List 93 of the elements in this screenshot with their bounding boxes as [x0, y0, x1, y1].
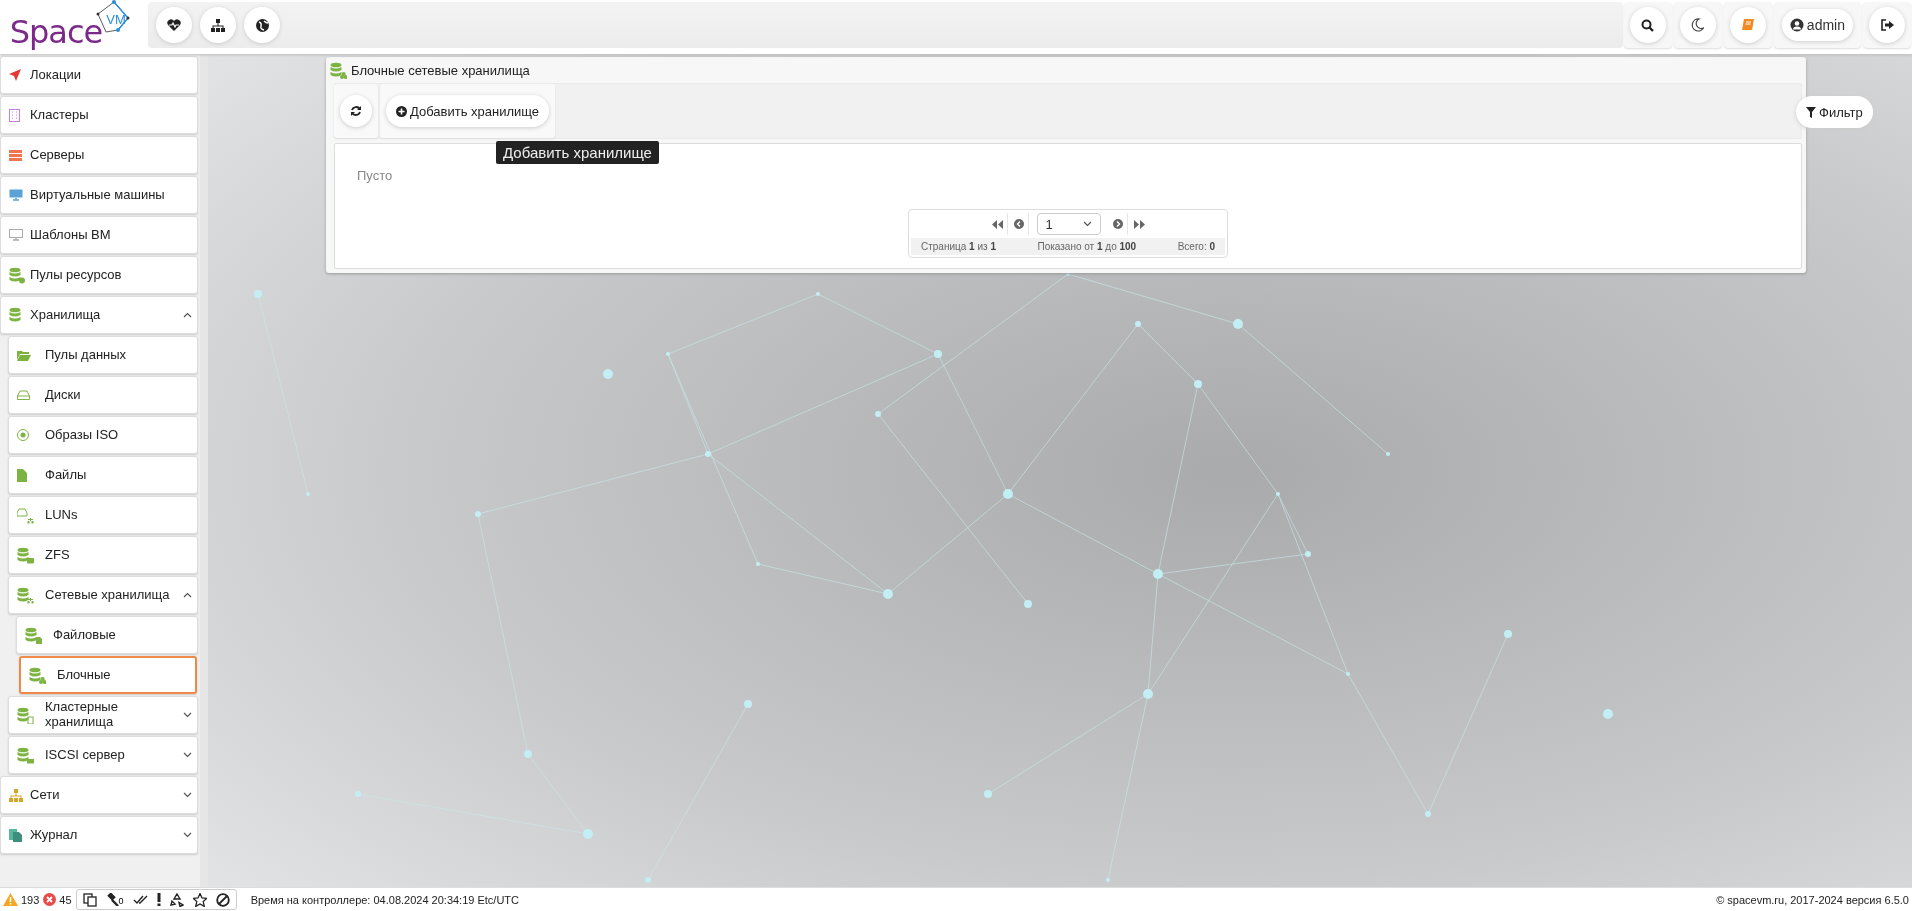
circle-right-icon: [1112, 219, 1123, 229]
user-icon: [1789, 18, 1804, 32]
logout-icon: [1880, 19, 1894, 31]
sidebar-item[interactable]: Локации: [0, 56, 198, 94]
database-card-icon: [17, 746, 34, 764]
sidebar-item[interactable]: Хранилища: [0, 296, 198, 334]
gavel-icon: [105, 893, 119, 906]
theme-button[interactable]: [1679, 7, 1716, 43]
user-button[interactable]: admin: [1781, 9, 1853, 41]
page-select[interactable]: 1: [1036, 213, 1101, 235]
database-drive-icon: [17, 546, 34, 564]
sidebar-item[interactable]: Сетевые хранилища: [8, 576, 198, 614]
tooltip: Добавить хранилище: [496, 141, 659, 164]
copyright-text: © spacevm.ru, 2017-2024 версия 6.5.0: [1716, 893, 1909, 906]
sidebar-item[interactable]: Серверы: [0, 136, 198, 174]
globe-button[interactable]: [244, 7, 280, 43]
health-button[interactable]: [156, 7, 192, 43]
topology-button[interactable]: [200, 7, 236, 43]
errors-counter[interactable]: 45: [43, 893, 72, 906]
search-icon: [1641, 18, 1655, 32]
logo-text: Space: [9, 13, 103, 51]
database-server-icon: [17, 706, 34, 724]
sidebar-item[interactable]: Виртуальные машины: [0, 176, 198, 214]
database-cubes-icon: [330, 61, 347, 79]
database-sitemap-icon: [17, 586, 34, 604]
folder-icon: [17, 349, 31, 361]
chevron-down-icon: [1082, 221, 1092, 227]
sidebar-item[interactable]: Журнал: [0, 816, 198, 854]
error-icon: [43, 893, 57, 906]
exclamation-icon: [156, 893, 161, 906]
sidebar-item[interactable]: Кластеры: [0, 96, 198, 134]
chevron-down-icon: [182, 712, 192, 718]
page-info: Страница 1 из 1: [921, 241, 996, 252]
logout-button[interactable]: [1869, 7, 1905, 43]
filter-button[interactable]: Фильтр: [1796, 96, 1873, 128]
total-info: Всего: 0: [1177, 241, 1215, 252]
ban-icon: [215, 892, 230, 907]
disc-icon: [17, 429, 29, 441]
location-arrow-icon: [9, 69, 21, 81]
chevron-down-icon: [182, 752, 192, 758]
sidebar-item[interactable]: Диски: [8, 376, 198, 414]
controller-time: Время на контроллере: 04.08.2024 20:34:19 Etc/UTC: [250, 893, 520, 906]
double-check-icon: [132, 894, 148, 905]
tasks-button[interactable]: 0: [101, 893, 128, 906]
sidebar-item[interactable]: Файлы: [8, 456, 198, 494]
sitemap-icon: [9, 788, 23, 802]
sidebar-item[interactable]: Блочные: [19, 656, 197, 694]
chevron-down-icon: [182, 832, 192, 838]
circle-left-icon: [1013, 219, 1024, 229]
sidebar-item[interactable]: Пулы данных: [8, 336, 198, 374]
database-gear-icon: [9, 266, 26, 284]
warning-icon: [3, 893, 18, 906]
database-file-icon: [25, 626, 42, 644]
sitemap-icon: [211, 18, 225, 32]
sidebar-item[interactable]: Сети: [0, 776, 198, 814]
heart-pulse-icon: [167, 18, 181, 32]
journal-icon: [9, 828, 22, 842]
logo-badge-text: VM: [106, 12, 126, 27]
sidebar-item[interactable]: ISCSI сервер: [8, 736, 198, 774]
add-storage-button[interactable]: Добавить хранилище: [386, 95, 550, 127]
sidebar-item[interactable]: LUNs: [8, 496, 198, 534]
sidebar-item[interactable]: Файловые: [16, 616, 198, 654]
sidebar-item[interactable]: Образы ISO: [8, 416, 198, 454]
file-icon: [17, 468, 27, 482]
sidebar-item[interactable]: ZFS: [8, 536, 198, 574]
chevron-up-icon: [182, 592, 192, 598]
server-icon: [9, 149, 22, 161]
chevron-up-icon: [182, 312, 192, 318]
empty-text: Пусто: [357, 168, 394, 183]
monitor-icon: [9, 189, 23, 201]
shown-info: Показано от 1 до 100: [1037, 241, 1137, 252]
plus-circle-icon: [396, 105, 407, 117]
chevron-down-icon: [182, 792, 192, 798]
double-left-icon: [991, 219, 1003, 229]
sidebar-item[interactable]: Кластерные хранилища: [8, 696, 198, 734]
double-right-icon: [1133, 219, 1145, 229]
sidebar-item[interactable]: Пулы ресурсов: [0, 256, 198, 294]
moon-icon: [1691, 18, 1705, 32]
book-icon: [1740, 18, 1755, 32]
star-icon: [192, 892, 207, 907]
hard-drive-icon: [17, 390, 30, 400]
search-button[interactable]: [1629, 7, 1666, 43]
building-icon: [9, 108, 20, 122]
refresh-button[interactable]: [340, 95, 372, 127]
refresh-icon: [350, 105, 362, 117]
warnings-counter[interactable]: 193: [3, 893, 40, 906]
database-cubes-icon: [29, 666, 46, 684]
panel-title: Блочные сетевые хранилища: [351, 62, 530, 78]
monitor-icon: [9, 229, 23, 241]
globe-icon: [255, 18, 269, 32]
copy-icon: [82, 892, 97, 907]
sidebar-item[interactable]: Шаблоны ВМ: [0, 216, 198, 254]
drive-sitemap-icon: [17, 506, 34, 524]
